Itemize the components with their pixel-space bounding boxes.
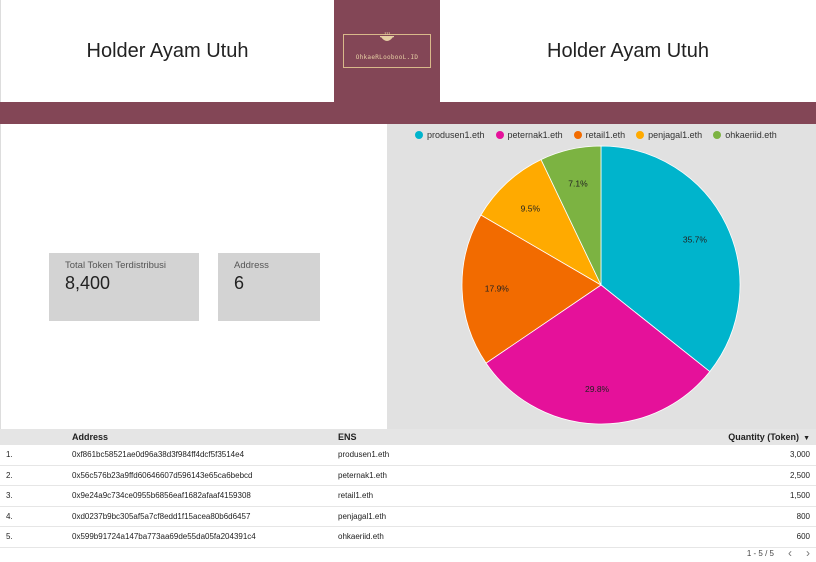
pie-data-label: 17.9%: [485, 284, 510, 294]
scorecard-value: 8,400: [65, 273, 111, 293]
sort-down-icon[interactable]: ▼: [803, 435, 810, 442]
row-ens: ohkaeriid.eth: [338, 532, 384, 541]
logo-text: OhkaeRLoobooL.ID: [355, 54, 419, 61]
row-ens: peternak1.eth: [338, 470, 387, 480]
row-address: 0x56c576b23a9ffd60646607d596143e65ca6beb…: [72, 470, 253, 480]
row-index: 4.: [6, 511, 13, 521]
row-quantity: 3,000: [789, 450, 810, 459]
column-header-ens[interactable]: ENS: [338, 429, 357, 445]
table-header: Address ENS Quantity (Token) ▼: [0, 429, 816, 445]
pie-data-label: 7.1%: [568, 178, 588, 188]
row-ens: retail1.eth: [338, 491, 374, 500]
logo: OhkaeRLoobooL.ID: [334, 0, 440, 102]
row-quantity: 1,500: [789, 491, 810, 500]
header-band: [0, 102, 816, 124]
pie-data-label: 35.7%: [683, 235, 708, 245]
row-address: 0xf861bc58521ae0d96a38d3f984ff4dcf5f3514…: [72, 450, 245, 459]
pie-data-label: 29.8%: [585, 384, 610, 394]
chevron-right-icon[interactable]: ›: [806, 547, 810, 559]
row-quantity: 800: [796, 511, 810, 521]
row-address: 0xd0237b9bc305af5a7cf8edd1f15acea80b6d64…: [72, 511, 251, 521]
scorecard-address: Address 6: [218, 253, 320, 321]
chevron-left-icon[interactable]: ‹: [788, 547, 792, 559]
pie-chart-panel: produsen1.eth peternak1.eth retail1.eth pen…: [387, 124, 816, 429]
table-row[interactable]: 1. 0xf861bc58521ae0d96a38d3f984ff4dcf5f35…: [0, 445, 816, 466]
row-index: 2.: [6, 470, 13, 480]
row-index: 3.: [6, 491, 13, 500]
row-index: 1.: [6, 450, 13, 459]
page-title-left: Holder Ayam Utuh: [86, 39, 249, 62]
row-index: 5.: [6, 532, 13, 541]
row-quantity: 2,500: [789, 470, 810, 480]
row-ens: penjagal1.eth: [338, 511, 387, 521]
table-row[interactable]: 2. 0x56c576b23a9ffd60646607d596143e65ca6b…: [0, 466, 816, 486]
scorecard-panel: Total Token Terdistribusi 8,400 Address …: [0, 124, 387, 429]
table-row[interactable]: 3. 0x9e24a9c734ce0955b6856eaf1682afaaf415…: [0, 486, 816, 507]
page-title-right: Holder Ayam Utuh: [547, 39, 709, 62]
bowl-icon: [380, 32, 394, 41]
scorecard-value: 6: [234, 273, 245, 293]
pie-data-label: 9.5%: [521, 203, 541, 213]
table-row[interactable]: 4. 0xd0237b9bc305af5a7cf8edd1f15acea80b6d…: [0, 507, 816, 527]
row-address: 0x9e24a9c734ce0955b6856eaf1682afaaf41593…: [72, 491, 251, 500]
header-left: Holder Ayam Utuh: [0, 0, 334, 102]
pagination-label: 1 - 5 / 5: [746, 548, 774, 558]
scorecard-label: Total Token Terdistribusi: [65, 260, 167, 271]
scorecard-label: Address: [234, 260, 269, 271]
holder-table: Address ENS Quantity (Token) ▼ 1. 0xf861bc…: [0, 429, 816, 562]
column-header-address[interactable]: Address: [72, 429, 108, 445]
row-address: 0x599b91724a147ba773aa69de55da05fa204391…: [72, 532, 256, 541]
table-body: 1. 0xf861bc58521ae0d96a38d3f984ff4dcf5f35…: [0, 445, 816, 548]
logo-frame: OhkaeRLoobooL.ID: [343, 32, 431, 68]
row-quantity: 600: [796, 532, 810, 541]
scorecard-total-token: Total Token Terdistribusi 8,400: [49, 253, 199, 321]
header-right: Holder Ayam Utuh: [440, 0, 816, 102]
column-header-quantity-label[interactable]: Quantity (Token): [728, 432, 799, 442]
table-row[interactable]: 5. 0x599b91724a147ba773aa69de55da05fa2043…: [0, 527, 816, 548]
row-ens: produsen1.eth: [338, 450, 390, 459]
pie-chart: 35.7% 29.8% 17.9% 9.5% 7.1%: [461, 145, 741, 425]
pagination: 1 - 5 / 5 ‹ ›: [746, 547, 810, 559]
